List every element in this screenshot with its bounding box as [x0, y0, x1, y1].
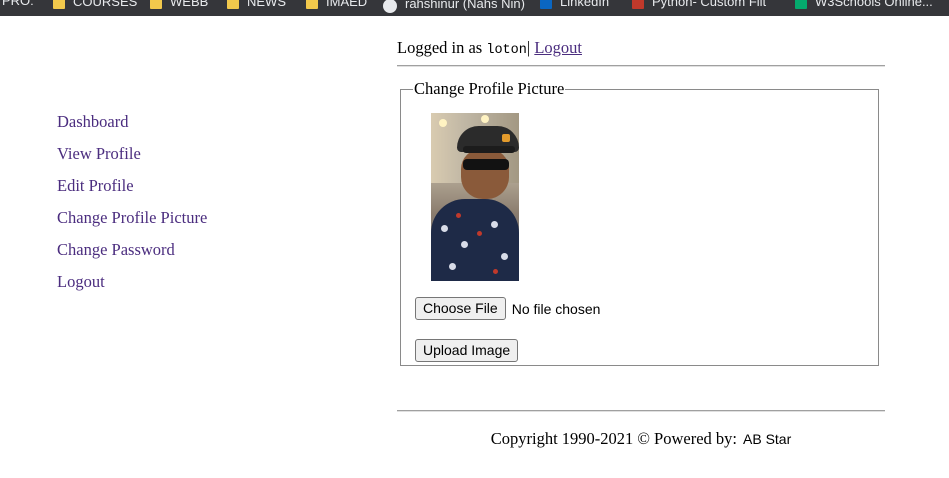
user-status: Logged in as loton| Logout [397, 36, 885, 60]
folder-icon [150, 0, 162, 9]
logout-link[interactable]: Logout [534, 38, 582, 57]
footer: Copyright 1990-2021 © Powered by: AB Star [397, 429, 885, 449]
sidebar-item-view-profile[interactable]: View Profile [57, 138, 207, 170]
sidebar-nav: Dashboard View Profile Edit Profile Chan… [57, 106, 207, 298]
bookmark-item[interactable]: PRO: [2, 0, 34, 8]
divider [397, 410, 885, 412]
bookmark-label: rahshinur (Nahs Nin) [405, 0, 525, 11]
profile-picture [431, 113, 519, 281]
bookmark-item[interactable]: NEWS [227, 0, 286, 9]
folder-icon [53, 0, 65, 9]
bookmark-item[interactable]: rahshinur (Nahs Nin) [383, 0, 525, 13]
separator: | [526, 38, 531, 57]
choose-file-button[interactable]: Choose File [415, 297, 506, 320]
upload-row: Upload Image [415, 339, 519, 362]
github-icon [383, 0, 397, 13]
form-legend: Change Profile Picture [414, 79, 565, 98]
bookmark-label: W3Schools Online... [815, 0, 933, 9]
username: loton [486, 43, 527, 58]
brand-name: AB Star [743, 431, 792, 447]
bookmark-label: PRO: [2, 0, 34, 8]
sidebar-item-change-password[interactable]: Change Password [57, 234, 207, 266]
folder-icon [227, 0, 239, 9]
file-input-row: Choose File No file chosen [415, 297, 600, 320]
bookmark-label: LinkedIn [560, 0, 610, 9]
sidebar-item-change-profile-picture[interactable]: Change Profile Picture [57, 202, 207, 234]
bookmark-label: COURSES [73, 0, 138, 9]
bookmark-item[interactable]: COURSES [53, 0, 137, 9]
bookmark-item[interactable]: IMAED [306, 0, 367, 9]
divider [397, 65, 885, 67]
bookmark-label: NEWS [247, 0, 286, 9]
pdf-icon [632, 0, 644, 9]
bookmarks-bar: PRO: COURSES WEBB NEWS IMAED rahshinur (… [0, 0, 949, 16]
sidebar-item-dashboard[interactable]: Dashboard [57, 106, 207, 138]
file-status: No file chosen [511, 300, 601, 317]
w3schools-icon [795, 0, 807, 9]
upload-image-button[interactable]: Upload Image [415, 339, 519, 362]
bookmark-label: WEBB [170, 0, 209, 9]
logged-in-prefix: Logged in as [397, 38, 483, 57]
copyright-text: Copyright 1990-2021 © Powered by: [490, 429, 738, 448]
bookmark-item[interactable]: W3Schools Online... [795, 0, 933, 9]
sidebar-item-logout[interactable]: Logout [57, 266, 207, 298]
change-picture-form: Change Profile Picture Choose File No fi… [400, 79, 879, 366]
folder-icon [306, 0, 318, 9]
bookmark-label: IMAED [326, 0, 368, 9]
bookmark-label: Python- Custom Filt [652, 0, 767, 9]
bookmark-item[interactable]: Python- Custom Filt [632, 0, 766, 9]
main-content: Logged in as loton| Logout Change Profil… [397, 36, 885, 448]
linkedin-icon [540, 0, 552, 9]
sidebar-item-edit-profile[interactable]: Edit Profile [57, 170, 207, 202]
bookmark-item[interactable]: WEBB [150, 0, 208, 9]
bookmark-item[interactable]: LinkedIn [540, 0, 609, 9]
